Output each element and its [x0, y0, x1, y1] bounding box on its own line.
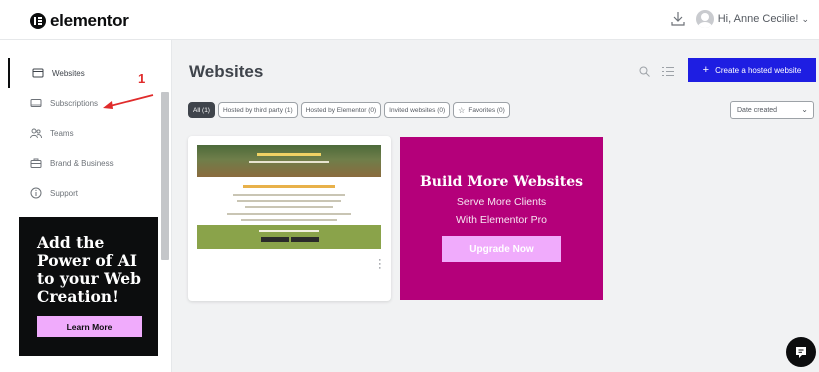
chevron-down-icon: ⌄ — [801, 105, 808, 114]
main-content: Websites + Create a hosted website All (… — [172, 40, 819, 372]
page-title: Websites — [189, 62, 264, 81]
sidebar: Websites Subscriptions Teams Brand & Bus… — [0, 40, 172, 372]
sidebar-item-teams[interactable]: Teams — [8, 118, 160, 148]
filter-favorites[interactable]: ☆ Favorites (0) — [453, 102, 510, 118]
star-icon: ☆ — [458, 105, 466, 115]
top-bar: elementor Hi, Anne Cecilie! ⌄ — [0, 0, 819, 40]
upsell-line2: With Elementor Pro — [455, 214, 548, 226]
filter-third-party[interactable]: Hosted by third party (1) — [217, 102, 298, 118]
learn-more-button[interactable]: Learn More — [37, 316, 142, 337]
create-hosted-website-button[interactable]: + Create a hosted website — [688, 58, 816, 82]
search-icon[interactable] — [639, 66, 650, 77]
annotation-arrow-icon — [103, 94, 154, 109]
annotation-number: 1 — [138, 71, 146, 86]
sidebar-item-label: Teams — [50, 128, 74, 138]
more-options-icon[interactable]: · · · — [378, 255, 382, 274]
elementor-logo-icon — [30, 13, 46, 29]
website-card[interactable]: · · · — [188, 136, 391, 301]
filter-all[interactable]: All (1) — [188, 102, 215, 118]
upsell-card: Build More Websites Serve More Clients W… — [400, 137, 603, 300]
sidebar-item-label: Brand & Business — [50, 158, 114, 168]
list-view-icon[interactable] — [662, 66, 674, 77]
briefcase-icon — [30, 158, 42, 168]
sidebar-item-label: Subscriptions — [50, 98, 99, 108]
sidebar-item-support[interactable]: Support — [8, 178, 160, 208]
thumbnail-heading — [243, 185, 335, 188]
chat-button[interactable] — [786, 337, 816, 367]
elementor-logo[interactable]: elementor — [30, 11, 129, 31]
upsell-title: Build More Websites — [419, 174, 584, 190]
plus-icon: + — [702, 64, 710, 76]
filter-invited[interactable]: Invited websites (0) — [384, 102, 451, 118]
user-greeting[interactable]: Hi, Anne Cecilie! — [718, 13, 799, 25]
upgrade-now-button[interactable]: Upgrade Now — [442, 236, 561, 262]
card-icon — [30, 99, 42, 107]
thumbnail-footer — [197, 225, 381, 249]
website-thumbnail[interactable] — [197, 145, 381, 249]
promo-title: Add the Power of AI to your Web Creation… — [37, 233, 141, 306]
sidebar-item-brand-business[interactable]: Brand & Business — [8, 148, 160, 178]
chat-icon — [796, 347, 806, 358]
filter-favorites-label: Favorites (0) — [468, 106, 505, 114]
upsell-line1: Serve More Clients — [456, 196, 547, 208]
filter-chips: All (1) Hosted by third party (1) Hosted… — [188, 102, 513, 118]
filter-hosted-elementor[interactable]: Hosted by Elementor (0) — [300, 102, 382, 118]
thumbnail-hero — [197, 145, 381, 177]
browser-window-icon — [32, 68, 44, 78]
chevron-down-icon[interactable]: ⌄ — [801, 14, 809, 25]
sort-selected: Date created — [737, 106, 778, 114]
info-icon — [30, 187, 42, 199]
sort-select[interactable]: Date created ⌄ — [730, 101, 814, 119]
ai-promo-card: Add the Power of AI to your Web Creation… — [19, 217, 158, 356]
sidebar-scrollbar[interactable] — [161, 92, 169, 260]
sidebar-item-label: Websites — [52, 68, 85, 78]
logo-text: elementor — [50, 11, 129, 30]
user-area: Hi, Anne Cecilie! ⌄ — [670, 10, 809, 28]
download-icon[interactable] — [670, 11, 686, 27]
create-button-label: Create a hosted website — [715, 65, 802, 75]
people-icon — [30, 128, 42, 139]
sidebar-item-label: Support — [50, 188, 79, 198]
avatar[interactable] — [695, 10, 714, 28]
